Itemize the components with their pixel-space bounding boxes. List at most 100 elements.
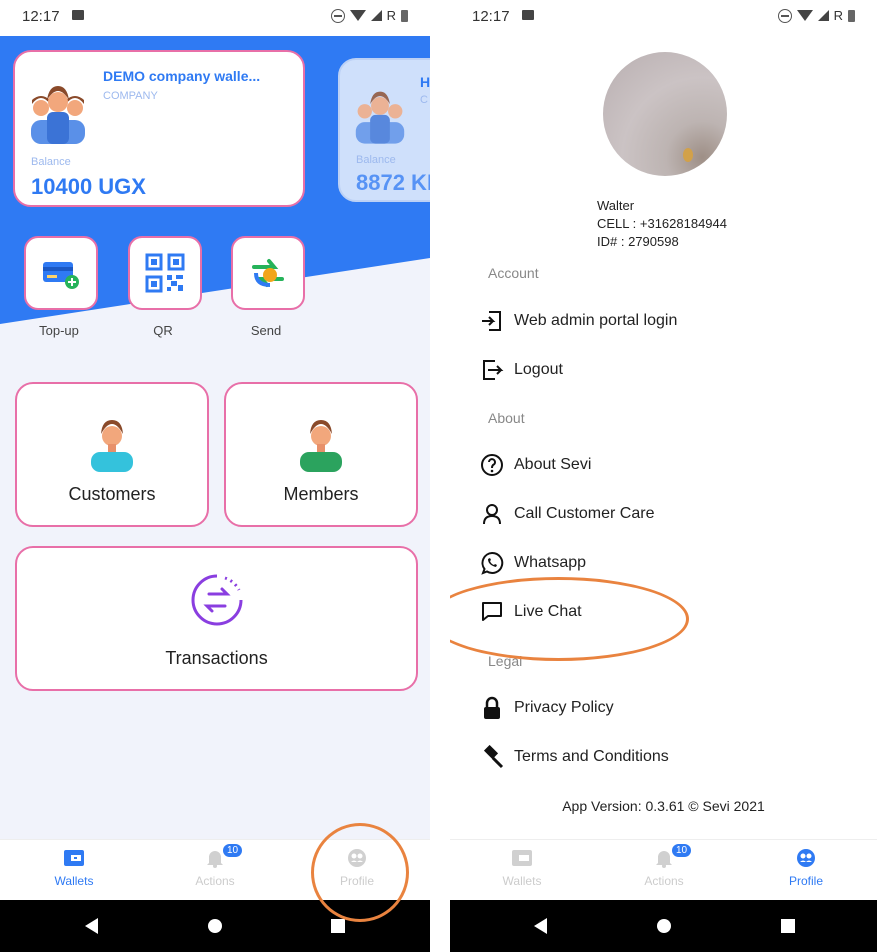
menu-label: About Sevi xyxy=(514,456,592,473)
menu-call-customer-care[interactable]: Call Customer Care xyxy=(480,499,654,529)
section-about: About xyxy=(488,410,525,426)
wallet-name: H xyxy=(420,74,430,90)
nav-wallets-label: Wallets xyxy=(502,874,542,888)
nav-wallets[interactable]: Wallets xyxy=(24,848,124,888)
wallet-icon xyxy=(512,850,532,866)
nav-wallets-label: Wallets xyxy=(54,874,94,888)
menu-label: Web admin portal login xyxy=(514,312,678,329)
menu-logout[interactable]: Logout xyxy=(480,355,563,385)
home-icon[interactable] xyxy=(657,919,671,933)
transactions-label: Transactions xyxy=(165,648,268,668)
wallet-type: COMPANY xyxy=(103,90,158,102)
send-button[interactable] xyxy=(231,236,305,310)
customers-label: Customers xyxy=(68,484,156,504)
qr-label: QR xyxy=(153,323,173,338)
status-bar: 12:17 R xyxy=(450,0,877,36)
status-icons: R xyxy=(330,8,408,23)
wallets-screen: 12:17 R DEMO company walle... COMPANY Ba… xyxy=(0,0,430,952)
topup-button[interactable] xyxy=(24,236,98,310)
transactions-tile[interactable]: Transactions xyxy=(15,546,418,691)
company-people-icon xyxy=(31,86,85,144)
profile-screen: 12:17 R Walter CELL : +31628184944 ID# :… xyxy=(450,0,877,952)
gavel-icon xyxy=(483,745,504,769)
home-icon[interactable] xyxy=(208,919,222,933)
qr-code-icon xyxy=(145,253,185,293)
recents-icon[interactable] xyxy=(331,919,345,933)
customer-person-icon xyxy=(91,420,133,472)
nav-actions[interactable]: 10 Actions xyxy=(165,842,265,888)
profile-icon xyxy=(797,849,815,867)
balance-label: Balance xyxy=(356,154,396,166)
system-navigation-bar xyxy=(450,900,877,952)
profile-id: ID# : 2790598 xyxy=(597,234,679,249)
login-icon xyxy=(482,311,501,331)
live-chat-highlight-ellipse xyxy=(450,577,689,661)
signal-icon xyxy=(817,10,829,21)
menu-label: Call Customer Care xyxy=(514,505,655,522)
balance-value: 8872 KE xyxy=(356,170,430,195)
menu-terms-conditions[interactable]: Terms and Conditions xyxy=(480,742,669,772)
profile-cell: CELL : +31628184944 xyxy=(597,216,727,231)
status-icons: R xyxy=(777,8,855,23)
menu-web-admin-login[interactable]: Web admin portal login xyxy=(480,306,677,336)
members-tile[interactable]: Members xyxy=(224,382,418,527)
roaming-indicator: R xyxy=(833,8,843,23)
menu-about-sevi[interactable]: About Sevi xyxy=(480,450,591,480)
company-people-icon xyxy=(355,91,405,144)
whatsapp-icon xyxy=(481,551,504,575)
menu-whatsapp[interactable]: Whatsapp xyxy=(480,548,586,578)
battery-icon xyxy=(848,9,855,22)
send-label: Send xyxy=(250,323,282,338)
status-time: 12:17 xyxy=(472,8,510,25)
bottom-navigation: Wallets 10 Actions Profile xyxy=(450,839,877,900)
nav-actions[interactable]: 10 Actions xyxy=(614,842,714,888)
profile-highlight-circle xyxy=(311,823,409,922)
wallet-card-second[interactable]: H C Balance 8872 KE xyxy=(338,58,430,202)
member-person-icon xyxy=(300,420,342,472)
lock-icon xyxy=(484,696,500,719)
menu-label: Logout xyxy=(514,361,563,378)
roaming-indicator: R xyxy=(386,8,396,23)
transfer-icon xyxy=(252,259,284,287)
card-add-icon xyxy=(43,262,79,289)
section-account: Account xyxy=(488,265,539,281)
dnd-icon xyxy=(330,8,345,23)
balance-value: 10400 UGX xyxy=(31,174,146,199)
menu-label: Privacy Policy xyxy=(514,699,614,716)
back-icon[interactable] xyxy=(534,918,547,934)
balance-label: Balance xyxy=(31,156,71,168)
wifi-icon xyxy=(349,10,366,21)
person-icon xyxy=(483,504,501,525)
recents-icon[interactable] xyxy=(781,919,795,933)
dnd-icon xyxy=(777,8,792,23)
qr-button[interactable] xyxy=(128,236,202,310)
menu-label: Terms and Conditions xyxy=(514,748,669,765)
wallet-name: DEMO company walle... xyxy=(103,68,261,84)
battery-icon xyxy=(401,9,408,22)
menu-privacy-policy[interactable]: Privacy Policy xyxy=(480,693,614,723)
wifi-icon xyxy=(796,10,813,21)
image-notification-icon xyxy=(72,10,84,20)
topup-label: Top-up xyxy=(39,323,79,338)
members-label: Members xyxy=(283,484,359,504)
nav-profile-label: Profile xyxy=(788,874,823,888)
nav-wallets[interactable]: Wallets xyxy=(472,848,572,888)
app-version: App Version: 0.3.61 © Sevi 2021 xyxy=(562,798,765,814)
image-notification-icon xyxy=(522,10,534,20)
wallet-icon xyxy=(64,850,84,866)
wallet-card-demo[interactable]: DEMO company walle... COMPANY Balance 10… xyxy=(13,50,305,207)
wallet-type: C xyxy=(420,94,428,106)
customers-tile[interactable]: Customers xyxy=(15,382,209,527)
nav-profile[interactable]: Profile xyxy=(756,848,856,888)
status-bar: 12:17 R xyxy=(0,0,430,36)
nav-actions-label: Actions xyxy=(644,874,684,888)
profile-name: Walter xyxy=(597,198,635,213)
transactions-icon xyxy=(191,574,243,626)
status-time: 12:17 xyxy=(22,8,60,25)
notification-badge: 10 xyxy=(670,842,694,859)
nav-actions-label: Actions xyxy=(195,874,235,888)
signal-icon xyxy=(370,10,382,21)
back-icon[interactable] xyxy=(85,918,98,934)
avatar[interactable] xyxy=(603,52,727,176)
notification-badge: 10 xyxy=(221,842,245,859)
